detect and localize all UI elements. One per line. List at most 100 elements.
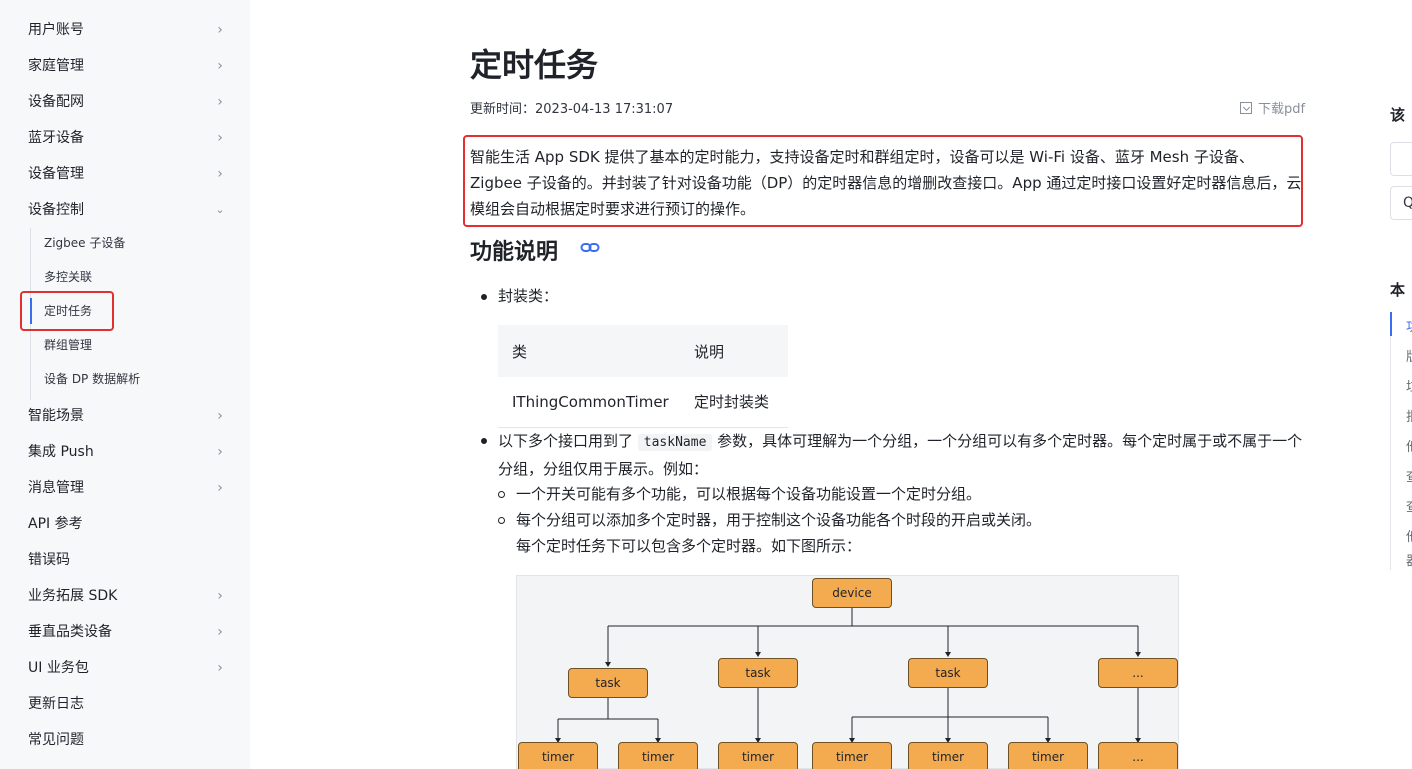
sidebar-item-ui-package[interactable]: UI 业务包 › [28, 656, 228, 680]
update-time-label: 更新时间： [470, 102, 536, 117]
diagram-node-device: device [812, 578, 892, 608]
bullet-dot [481, 294, 487, 300]
sub-bullet-1: 一个开关可能有多个功能，可以根据每个设备功能设置一个定时分组。 [516, 485, 982, 503]
sidebar-item-label: 设备控制 [28, 202, 84, 218]
chevron-right-icon: › [217, 480, 223, 496]
toc-title: 本 [1390, 281, 1406, 299]
bullet-text: 以下多个接口用到了 [498, 432, 638, 450]
toc-item[interactable]: 版 [1406, 346, 1412, 365]
page-title: 定时任务 [470, 46, 599, 84]
sidebar-item-vertical-devices[interactable]: 垂直品类设备 › [28, 620, 228, 644]
toc-item[interactable]: 垃 [1406, 376, 1412, 395]
table-header: 说明 [680, 325, 788, 377]
sidebar-item-label: 业务拓展 SDK [28, 588, 118, 604]
sidebar-subitem-timer-task[interactable]: 定时任务 [44, 300, 92, 322]
sidebar-item-label: 设备配网 [28, 94, 84, 110]
toc-item[interactable]: 功 [1406, 316, 1412, 335]
download-pdf-label: 下载pdf [1258, 102, 1306, 117]
sidebar-nav: 用户账号 › 家庭管理 › 设备配网 › 蓝牙设备 › 设备管理 › 设备控制 ⌄ Zigb… [0, 0, 250, 769]
diagram-node-timer-more: ... [1098, 742, 1178, 769]
diagram-node-task: task [718, 658, 798, 688]
sidebar-item-push[interactable]: 集成 Push › [28, 440, 228, 464]
timer-hierarchy-diagram: device task task task ... timer timer ti… [516, 575, 1179, 769]
class-table: 类 说明 IThingCommonTimer 定时封装类 [498, 325, 788, 428]
chevron-right-icon: › [217, 94, 223, 110]
sidebar-subitem-dp-parsing[interactable]: 设备 DP 数据解析 [44, 368, 140, 390]
diagram-node-task: task [568, 668, 648, 698]
diagram-node-timer: timer [518, 742, 598, 769]
toc-item[interactable]: 他 [1406, 526, 1412, 545]
sidebar-item-smart-scene[interactable]: 智能场景 › [28, 404, 228, 428]
sidebar-item-label: UI 业务包 [28, 660, 89, 676]
toc-item[interactable]: 他 [1406, 436, 1412, 455]
sidebar-item-device-control[interactable]: 设备控制 ⌄ [28, 198, 228, 222]
active-indicator [30, 298, 32, 324]
diagram-node-timer: timer [1008, 742, 1088, 769]
sidebar-item-message-management[interactable]: 消息管理 › [28, 476, 228, 500]
diagram-node-timer: timer [908, 742, 988, 769]
sidebar-subitem-multi-control[interactable]: 多控关联 [44, 266, 92, 288]
chevron-right-icon: › [217, 58, 223, 74]
chevron-right-icon: › [217, 130, 223, 146]
sidebar-subitem-group-management[interactable]: 群组管理 [44, 334, 92, 356]
sidebar-item-device-pairing[interactable]: 设备配网 › [28, 90, 228, 114]
table-header-row: 类 说明 [498, 325, 788, 377]
sidebar-item-business-sdk[interactable]: 业务拓展 SDK › [28, 584, 228, 608]
download-icon [1240, 102, 1252, 114]
bullet-dot [481, 438, 487, 444]
diagram-node-timer: timer [618, 742, 698, 769]
sidebar-item-label: 家庭管理 [28, 58, 84, 74]
update-time-value: 2023-04-13 17:31:07 [535, 102, 674, 117]
sidebar-item-label: API 参考 [28, 516, 83, 532]
feedback-option-1[interactable] [1390, 142, 1412, 176]
sidebar-item-label: 智能场景 [28, 408, 84, 424]
chevron-right-icon: › [217, 624, 223, 640]
inline-code-taskname: taskName [637, 434, 713, 451]
sidebar-item-error-codes[interactable]: 错误码 [28, 548, 228, 572]
bullet-taskname: 以下多个接口用到了 taskName 参数，具体可理解为一个分组，一个分组可以有… [498, 428, 1304, 482]
download-pdf-button[interactable]: 下载pdf [1240, 98, 1305, 117]
sidebar-item-label: 用户账号 [28, 22, 84, 38]
toc-item[interactable]: 查 [1406, 496, 1412, 515]
sub-bullet-2-continued: 每个定时任务下可以包含多个定时器。如下图所示： [516, 537, 862, 555]
chevron-right-icon: › [217, 408, 223, 424]
sidebar-item-label: 集成 Push [28, 444, 94, 460]
sidebar-item-bluetooth-devices[interactable]: 蓝牙设备 › [28, 126, 228, 150]
chevron-right-icon: › [217, 166, 223, 182]
toc-item[interactable]: 查 [1406, 466, 1412, 485]
sidebar-item-label: 常见问题 [28, 732, 84, 748]
sidebar-item-label: 蓝牙设备 [28, 130, 84, 146]
link-icon[interactable] [580, 241, 600, 255]
diagram-node-task: task [908, 658, 988, 688]
toc-item[interactable]: 批 [1406, 406, 1412, 425]
toc-item[interactable]: 器 [1406, 550, 1412, 569]
sidebar-item-label: 消息管理 [28, 480, 84, 496]
sidebar-item-label: 错误码 [28, 552, 70, 568]
table-row: IThingCommonTimer 定时封装类 [498, 377, 788, 428]
table-header: 类 [498, 325, 680, 377]
bullet-wrapper-class: 封装类： [498, 287, 559, 305]
update-time: 更新时间：2023-04-13 17:31:07 [470, 98, 673, 117]
sidebar-item-faq[interactable]: 常见问题 [28, 728, 228, 752]
sub-bullet-circle [498, 517, 505, 524]
diagram-node-timer: timer [718, 742, 798, 769]
chevron-right-icon: › [217, 444, 223, 460]
chevron-right-icon: › [217, 22, 223, 38]
sidebar-item-device-management[interactable]: 设备管理 › [28, 162, 228, 186]
sidebar-item-label: 垂直品类设备 [28, 624, 112, 640]
table-cell: IThingCommonTimer [498, 377, 680, 428]
feedback-option-2[interactable]: 𝖰 [1390, 186, 1412, 220]
toc-guide-line [1390, 312, 1391, 570]
sub-bullet-2: 每个分组可以添加多个定时器，用于控制这个设备功能各个时段的开启或关闭。 [516, 511, 1042, 529]
chevron-right-icon: › [217, 660, 223, 676]
sidebar-item-changelog[interactable]: 更新日志 [28, 692, 228, 716]
sidebar-item-api-reference[interactable]: API 参考 [28, 512, 228, 536]
toc-active-indicator [1390, 312, 1392, 336]
sidebar-item-home-management[interactable]: 家庭管理 › [28, 54, 228, 78]
sidebar-item-user-account[interactable]: 用户账号 › [28, 18, 228, 42]
sub-bullet-circle [498, 491, 505, 498]
table-cell: 定时封装类 [680, 377, 788, 428]
chevron-down-icon: ⌄ [215, 203, 225, 216]
diagram-node-timer: timer [812, 742, 892, 769]
sidebar-subitem-zigbee[interactable]: Zigbee 子设备 [44, 232, 125, 254]
